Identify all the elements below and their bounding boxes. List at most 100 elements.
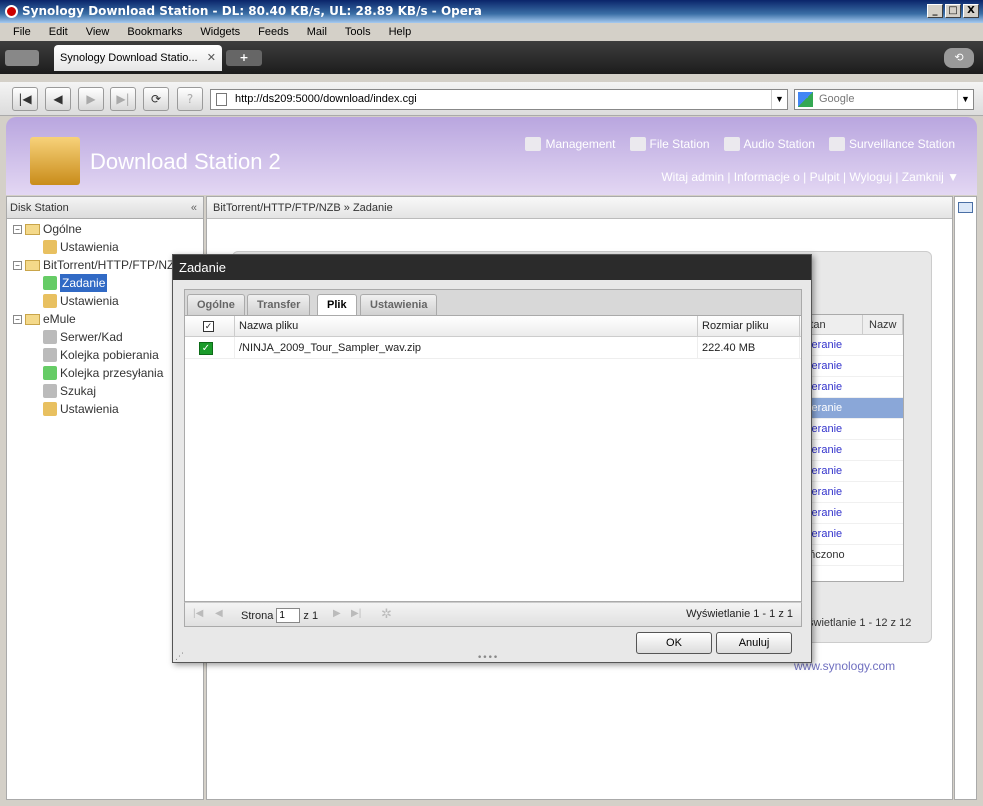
task-row[interactable]: bieranie [797, 524, 903, 545]
link-audio-station[interactable]: Audio Station [723, 137, 815, 151]
tree-node-ustawienia-bt[interactable]: Ustawienia [43, 292, 119, 310]
collapse-toggle-icon[interactable]: − [13, 224, 22, 234]
search-field[interactable]: Google ▼ [794, 89, 974, 110]
task-row-selected[interactable]: bieranie [797, 398, 903, 419]
app-header: Download Station 2 Management File Stati… [6, 117, 977, 195]
file-size: 222.40 MB [698, 337, 800, 358]
menu-widgets[interactable]: Widgets [191, 23, 249, 41]
forward-button[interactable]: ▶ [78, 87, 104, 111]
first-page-icon[interactable]: |◀ [193, 608, 203, 619]
select-all-checkbox[interactable]: ✓ [203, 321, 214, 332]
menu-mail[interactable]: Mail [298, 23, 336, 41]
menu-view[interactable]: View [77, 23, 119, 41]
tree-node-bittorrent[interactable]: − BitTorrent/HTTP/FTP/NZB [13, 256, 182, 274]
file-checkbox-cell: ✓ [185, 337, 235, 358]
tab-ogolne[interactable]: Ogólne [187, 294, 245, 316]
task-row[interactable]: bieranie [797, 461, 903, 482]
collapse-toggle-icon[interactable]: − [13, 314, 22, 324]
tree-node-kolejka-przesylania[interactable]: Kolejka przesyłania [43, 364, 163, 382]
back-button[interactable]: ◀ [45, 87, 71, 111]
address-bar[interactable]: http://ds209:5000/download/index.cgi ▼ [210, 89, 788, 110]
panel-toggle-button[interactable] [5, 50, 39, 66]
tab-transfer[interactable]: Transfer [247, 294, 311, 316]
task-icon [43, 276, 57, 290]
link-surveillance-station[interactable]: Surveillance Station [828, 137, 955, 151]
resize-grip-icon[interactable]: ⋰ [175, 652, 184, 662]
prev-page-icon[interactable]: ◀ [215, 608, 223, 619]
refresh-icon[interactable]: ✲ [381, 606, 392, 622]
select-all-cell: ✓ [185, 316, 235, 336]
menu-edit[interactable]: Edit [40, 23, 77, 41]
tree-node-szukaj[interactable]: Szukaj [43, 382, 96, 400]
next-page-icon[interactable]: ▶ [333, 608, 341, 619]
minimize-button[interactable]: _ [927, 4, 943, 18]
maximize-button[interactable]: □ [945, 4, 961, 18]
user-links[interactable]: Witaj admin | Informacje o | Pulpit | Wy… [661, 170, 959, 184]
task-dialog: Zadanie Ogólne Transfer Plik Ustawienia … [172, 254, 812, 663]
task-row[interactable]: bieranie [797, 482, 903, 503]
breadcrumb: BitTorrent/HTTP/FTP/NZB » Zadanie [207, 197, 952, 219]
last-page-icon[interactable]: ▶| [351, 608, 361, 619]
task-row[interactable]: bieranie [797, 356, 903, 377]
page-input[interactable] [276, 608, 301, 623]
folder-icon [25, 223, 40, 235]
menu-file[interactable]: File [4, 23, 40, 41]
menu-bookmarks[interactable]: Bookmarks [118, 23, 191, 41]
ok-button[interactable]: OK [636, 632, 712, 654]
tab-ustawienia[interactable]: Ustawienia [360, 294, 438, 316]
display-count: Wyświetlanie 1 - 1 z 1 [686, 608, 793, 620]
task-row[interactable]: bieranie [797, 335, 903, 356]
dialog-title[interactable]: Zadanie [173, 255, 811, 280]
task-row[interactable]: bieranie [797, 377, 903, 398]
address-dropdown-icon[interactable]: ▼ [771, 90, 787, 109]
fast-forward-button[interactable]: ▶| [110, 87, 136, 111]
column-nazwa[interactable]: Nazw [863, 315, 903, 334]
close-tab-icon[interactable]: ✕ [207, 45, 216, 71]
book-icon[interactable] [958, 202, 973, 213]
google-icon [798, 92, 813, 107]
trash-icon[interactable]: ⟲ [944, 48, 974, 68]
close-button[interactable]: X [963, 4, 979, 18]
collapse-icon[interactable]: « [191, 197, 197, 219]
cancel-button[interactable]: Anuluj [716, 632, 792, 654]
menu-help[interactable]: Help [380, 23, 421, 41]
audio-station-icon [723, 137, 740, 151]
task-row[interactable]: bieranie [797, 419, 903, 440]
wand-button[interactable]: ? [177, 87, 203, 111]
link-file-station[interactable]: File Station [629, 137, 710, 151]
column-nazwa-pliku[interactable]: Nazwa pliku [235, 316, 698, 336]
collapse-toggle-icon[interactable]: − [13, 260, 22, 270]
task-grid-header: Stan Nazw [797, 315, 903, 335]
tree-node-kolejka-pobierania[interactable]: Kolejka pobierania [43, 346, 159, 364]
file-checkbox[interactable]: ✓ [199, 342, 213, 355]
reload-button[interactable]: ⟳ [143, 87, 169, 111]
task-row[interactable]: bieranie [797, 503, 903, 524]
menu-feeds[interactable]: Feeds [249, 23, 298, 41]
tree-node-ogolne[interactable]: − Ogólne [13, 220, 82, 238]
window-controls: _ □ X [927, 4, 979, 18]
side-panel-strip [954, 196, 977, 800]
folder-icon [25, 259, 40, 271]
new-tab-button[interactable]: + [226, 50, 262, 66]
tree-node-ustawienia-general[interactable]: Ustawienia [43, 238, 119, 256]
resize-handle-icon[interactable]: •••• [477, 653, 498, 663]
tree-node-zadanie[interactable]: Zadanie [43, 274, 108, 292]
page-label: Strona [241, 609, 274, 622]
tree-node-ustawienia-emule[interactable]: Ustawienia [43, 400, 119, 418]
tree-node-serwer-kad[interactable]: Serwer/Kad [43, 328, 123, 346]
tree-node-emule[interactable]: − eMule [13, 310, 76, 328]
upload-queue-icon [43, 366, 57, 380]
tab-plik[interactable]: Plik [317, 294, 357, 317]
column-rozmiar-pliku[interactable]: Rozmiar pliku [698, 316, 800, 336]
opera-icon [5, 5, 18, 18]
browser-tab[interactable]: Synology Download Statio... ✕ [54, 45, 222, 71]
address-text: http://ds209:5000/download/index.cgi [235, 93, 417, 105]
menu-tools[interactable]: Tools [336, 23, 380, 41]
rewind-button[interactable]: |◀ [12, 87, 38, 111]
task-row[interactable]: bieranie [797, 440, 903, 461]
server-icon [43, 330, 57, 344]
task-row[interactable]: ończono [797, 545, 903, 566]
file-row[interactable]: ✓ /NINJA_2009_Tour_Sampler_wav.zip 222.4… [185, 337, 801, 359]
link-management[interactable]: Management [525, 137, 616, 151]
search-dropdown-icon[interactable]: ▼ [957, 90, 973, 109]
